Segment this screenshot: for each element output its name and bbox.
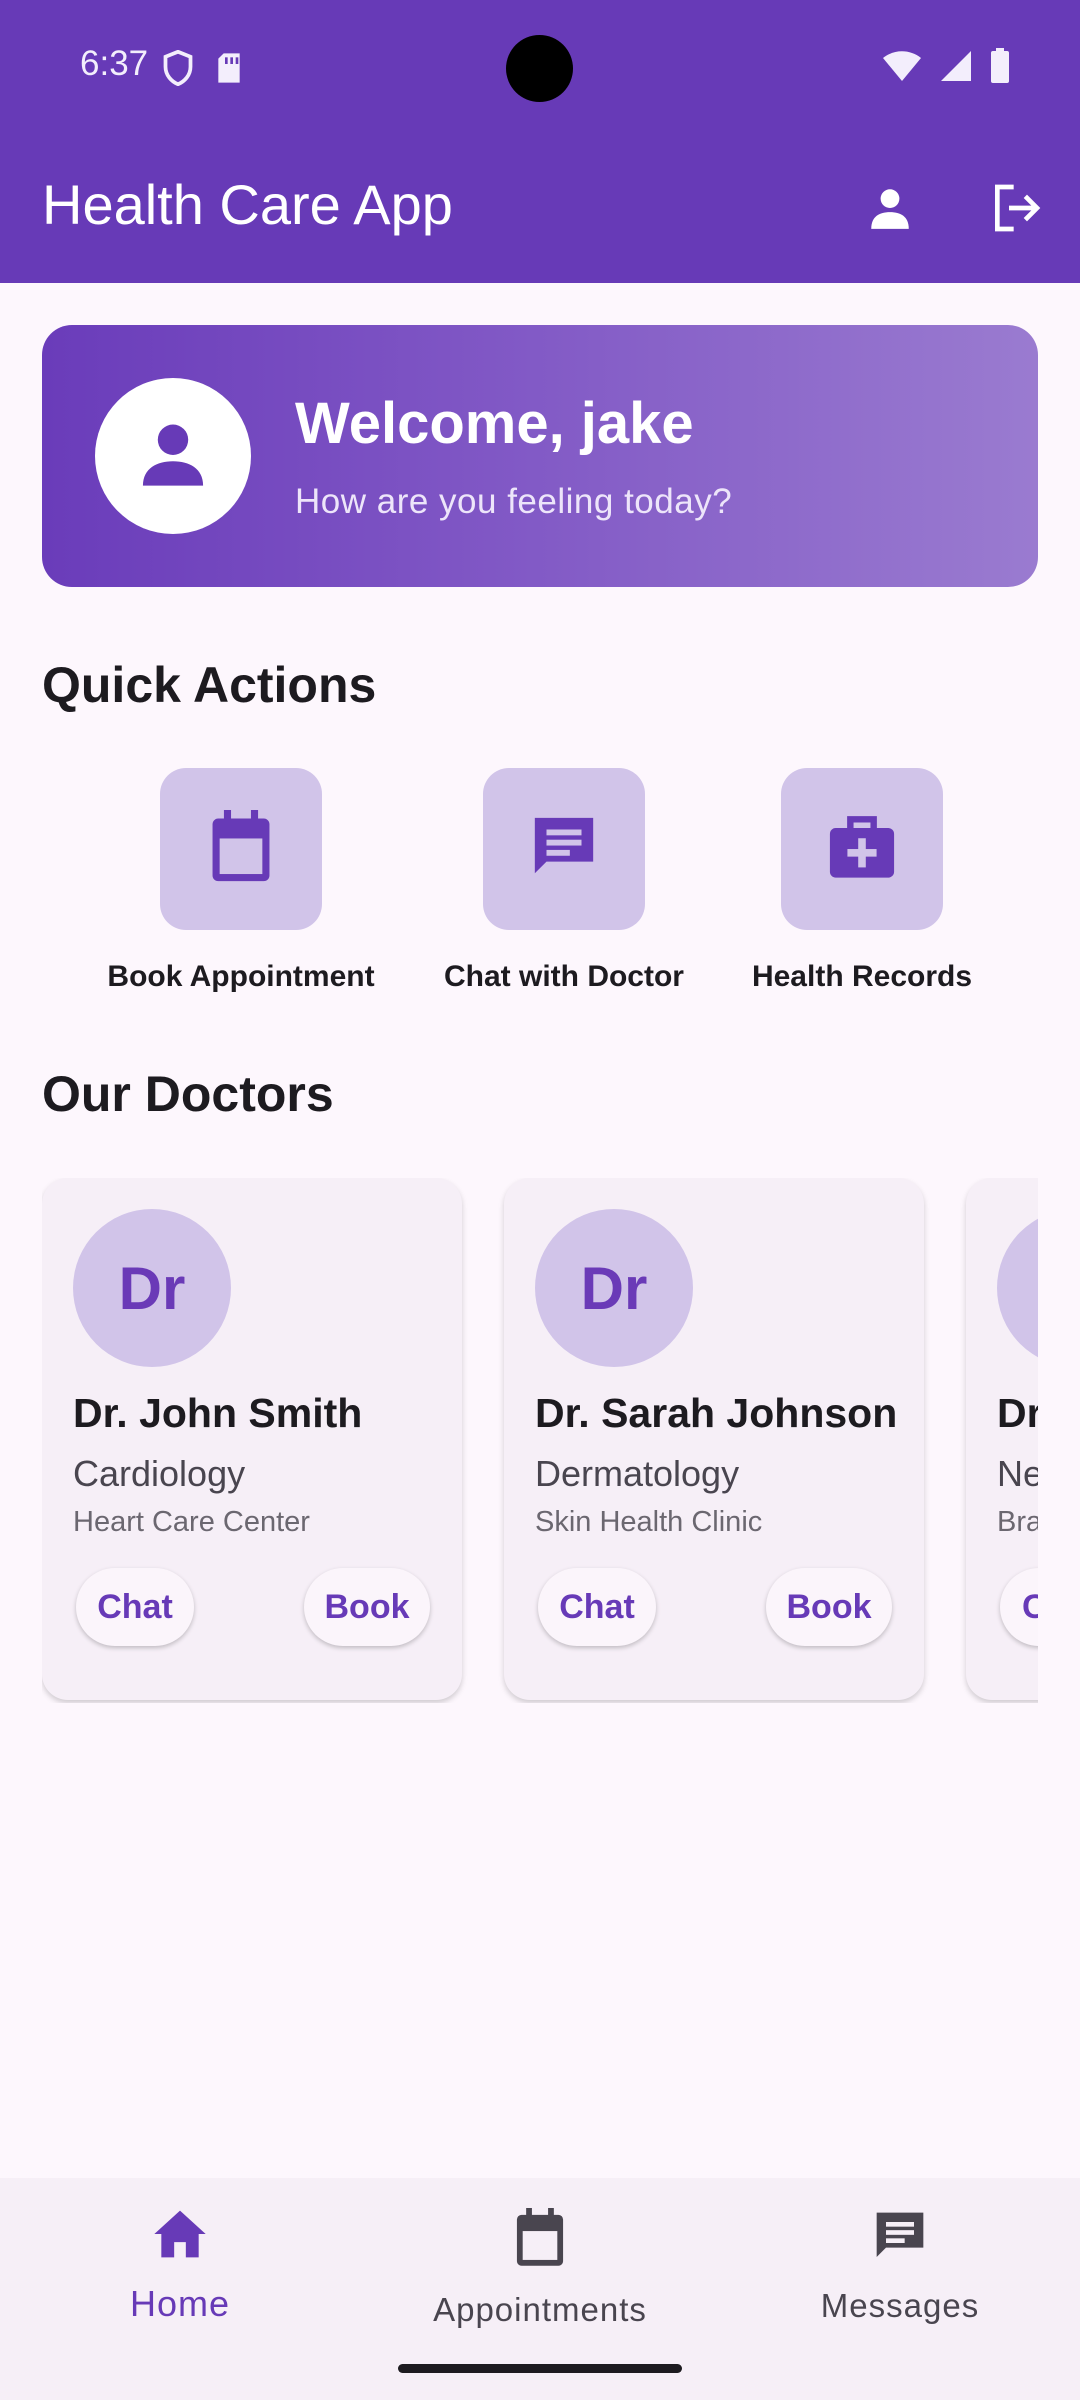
- doctor-name: Dr. Sarah Johnson: [535, 1390, 898, 1436]
- nav-appointments[interactable]: Appointments: [390, 2208, 690, 2329]
- nav-home[interactable]: Home: [30, 2208, 330, 2325]
- quick-actions-title: Quick Actions: [42, 657, 377, 713]
- person-icon: [135, 416, 211, 497]
- doctor-card[interactable]: Dr Dr Ne Bra C: [966, 1178, 1038, 1700]
- doctor-specialty: Ne: [997, 1453, 1038, 1494]
- calendar-icon: [512, 2208, 568, 2273]
- signal-icon: [940, 50, 972, 87]
- profile-button[interactable]: [852, 172, 928, 248]
- quick-action-book-appointment[interactable]: Book Appointment: [102, 768, 380, 994]
- doctor-name: Dr. John Smith: [73, 1390, 363, 1436]
- status-icons-left: [163, 49, 243, 91]
- medical-bag-icon: [827, 813, 897, 886]
- app-title: Health Care App: [42, 173, 453, 236]
- quick-action-chat-with-doctor[interactable]: Chat with Doctor: [423, 768, 705, 994]
- camera-cutout: [506, 35, 573, 102]
- book-button[interactable]: Book: [304, 1568, 430, 1646]
- nav-label: Home: [129, 2283, 231, 2324]
- doctor-clinic: Heart Care Center: [73, 1506, 310, 1538]
- welcome-subtitle: How are you feeling today?: [295, 482, 733, 521]
- wifi-icon: [882, 50, 922, 87]
- doctor-specialty: Cardiology: [73, 1453, 246, 1494]
- doctor-carousel[interactable]: Dr Dr. John Smith Cardiology Heart Care …: [42, 1178, 1038, 1703]
- book-button[interactable]: Book: [766, 1568, 892, 1646]
- our-doctors-title: Our Doctors: [42, 1066, 334, 1122]
- person-icon: [865, 183, 915, 238]
- doctor-card[interactable]: Dr Dr. John Smith Cardiology Heart Care …: [42, 1178, 462, 1700]
- quick-action-label: Chat with Doctor: [444, 960, 684, 993]
- quick-action-tile[interactable]: [781, 768, 943, 930]
- logout-button[interactable]: [978, 172, 1054, 248]
- welcome-card: Welcome, jake How are you feeling today?: [42, 325, 1038, 587]
- quick-action-tile[interactable]: [160, 768, 322, 930]
- battery-icon: [990, 48, 1010, 89]
- top-app-bar: 6:37 Health Care App: [0, 0, 1080, 283]
- quick-action-health-records[interactable]: Health Records: [742, 768, 982, 994]
- quick-action-label: Book Appointment: [107, 960, 375, 993]
- nav-label: Messages: [820, 2287, 980, 2324]
- nav-messages[interactable]: Messages: [750, 2208, 1050, 2325]
- chat-button[interactable]: Chat: [538, 1568, 656, 1646]
- app-screen: 6:37 Health Care App Welcome, jake How a…: [0, 0, 1080, 2400]
- doctor-avatar: Dr: [73, 1209, 231, 1367]
- user-avatar: [95, 378, 251, 534]
- nav-label: Appointments: [433, 2291, 647, 2328]
- doctor-specialty: Dermatology: [535, 1453, 740, 1494]
- quick-action-tile[interactable]: [483, 768, 645, 930]
- doctor-avatar: Dr: [535, 1209, 693, 1367]
- doctor-card[interactable]: Dr Dr. Sarah Johnson Dermatology Skin He…: [504, 1178, 924, 1700]
- logout-icon: [988, 180, 1044, 241]
- welcome-title: Welcome, jake: [295, 391, 694, 456]
- home-icon: [152, 2208, 208, 2265]
- status-time: 6:37: [80, 44, 149, 83]
- doctor-clinic: Skin Health Clinic: [535, 1506, 763, 1538]
- gesture-navigation-bar[interactable]: [398, 2364, 682, 2373]
- doctor-name: Dr: [997, 1390, 1038, 1436]
- chat-button[interactable]: Chat: [76, 1568, 194, 1646]
- message-icon: [872, 2208, 928, 2269]
- shield-icon: [163, 49, 193, 91]
- status-icons-right: [882, 48, 1010, 89]
- calendar-icon: [206, 809, 276, 889]
- sd-card-icon: [215, 52, 243, 89]
- chat-icon: [529, 812, 599, 887]
- doctor-avatar: Dr: [997, 1209, 1038, 1367]
- chat-button[interactable]: C: [1000, 1568, 1038, 1646]
- quick-action-label: Health Records: [751, 960, 973, 993]
- doctor-clinic: Bra: [997, 1506, 1038, 1538]
